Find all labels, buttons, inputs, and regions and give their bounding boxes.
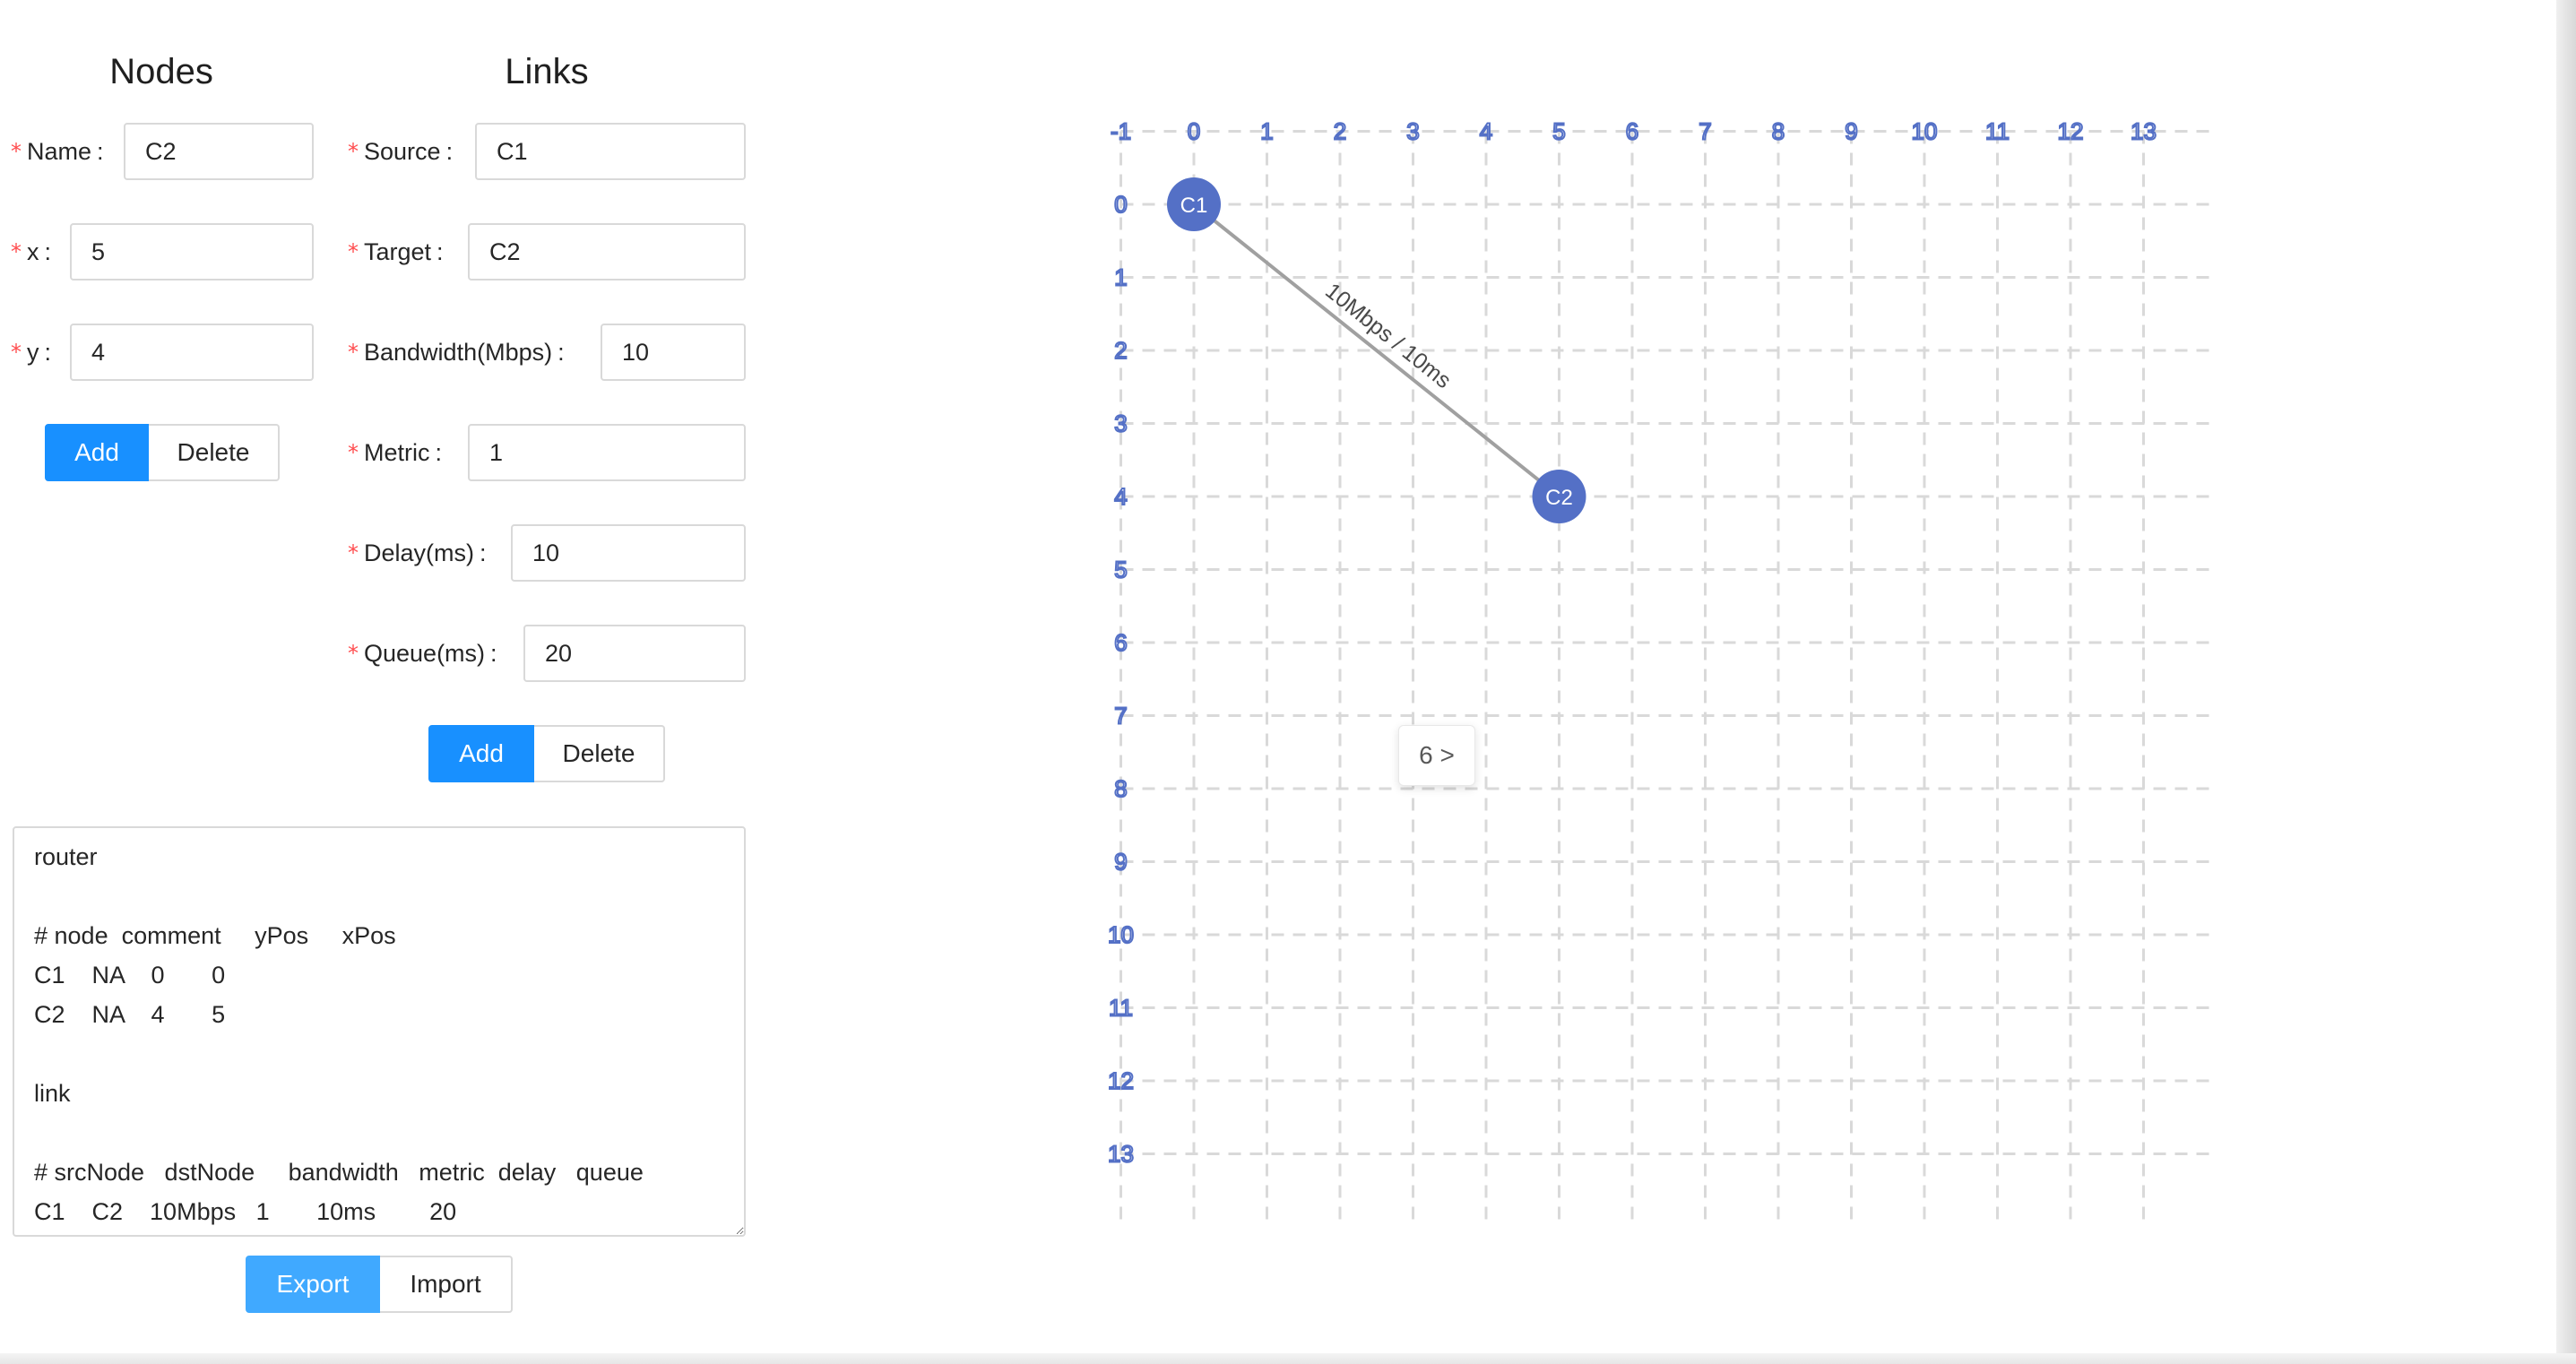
x-axis-ticks: -1 0 1 2 3 4 5 6 7 8 9 10 11 12 13 — [1110, 117, 2157, 146]
required-asterisk: * — [348, 641, 359, 666]
link-queue-label: * Queue(ms): — [348, 625, 497, 682]
topology-textarea[interactable] — [13, 826, 746, 1237]
link-source-label-text: Source — [364, 137, 441, 165]
node-name-input[interactable] — [124, 123, 314, 180]
y-tick-label: 9 — [1114, 849, 1127, 876]
x-tick-label: 5 — [1552, 118, 1565, 145]
link-line[interactable] — [1192, 203, 1560, 498]
label-colon: : — [44, 237, 52, 265]
link-delay-input[interactable] — [511, 524, 746, 582]
node-name-label-text: Name — [27, 137, 92, 165]
x-tick-label: 13 — [2131, 118, 2157, 145]
link-source-label: * Source: — [348, 123, 453, 180]
label-colon: : — [97, 137, 104, 165]
y-tick-label: 5 — [1114, 557, 1127, 583]
link-bandwidth-label-text: Bandwidth(Mbps) — [364, 338, 553, 366]
node-x-label: * x: — [11, 223, 51, 281]
y-tick-label: 13 — [1108, 1141, 1134, 1168]
label-colon: : — [480, 539, 487, 566]
required-asterisk: * — [348, 540, 359, 565]
link-bandwidth-input[interactable] — [601, 324, 746, 381]
graph-node[interactable]: C2 — [1532, 470, 1586, 523]
x-tick-label: 6 — [1626, 118, 1638, 145]
nodes-title: Nodes — [109, 52, 213, 91]
x-tick-label: 12 — [2058, 118, 2084, 145]
x-tick-label: 10 — [1912, 118, 1938, 145]
x-tick-label: 2 — [1334, 118, 1346, 145]
required-asterisk: * — [348, 340, 359, 365]
label-colon: : — [558, 338, 565, 366]
x-tick-label: 9 — [1845, 118, 1857, 145]
y-tick-label: 4 — [1114, 483, 1127, 510]
y-tick-label: 8 — [1114, 775, 1127, 802]
node-name-label: * Name: — [11, 123, 104, 180]
node-y-input[interactable] — [70, 324, 314, 381]
export-button[interactable]: Export — [246, 1256, 380, 1313]
grid-lines — [1119, 130, 2217, 1227]
y-tick-label: 7 — [1114, 703, 1127, 729]
x-tick-label: 7 — [1699, 118, 1711, 145]
window-bottom-edge — [0, 1353, 2576, 1364]
label-colon: : — [490, 639, 497, 667]
y-tick-label: 12 — [1108, 1067, 1134, 1094]
link-bandwidth-label: * Bandwidth(Mbps): — [348, 324, 565, 381]
link-delay-label: * Delay(ms): — [348, 524, 487, 582]
link-metric-label-text: Metric — [364, 438, 430, 466]
link-metric-label: * Metric: — [348, 424, 442, 481]
node-y-label: * y: — [11, 324, 51, 381]
node-y-label-text: y — [27, 338, 39, 366]
x-tick-label: 0 — [1188, 118, 1200, 145]
link-queue-label-text: Queue(ms) — [364, 639, 486, 667]
x-tick-label: 8 — [1772, 118, 1785, 145]
required-asterisk: * — [348, 139, 359, 164]
required-asterisk: * — [11, 139, 22, 164]
add-link-button[interactable]: Add — [428, 725, 534, 782]
node-x-input[interactable] — [70, 223, 314, 281]
add-node-button[interactable]: Add — [45, 424, 149, 481]
links-layer: 10Mbps / 10ms — [1192, 203, 1560, 498]
required-asterisk: * — [11, 340, 22, 365]
required-asterisk: * — [11, 239, 22, 264]
y-tick-label: 6 — [1114, 629, 1127, 656]
required-asterisk: * — [348, 440, 359, 465]
import-button[interactable]: Import — [380, 1256, 513, 1313]
topology-graph[interactable]: -1 0 1 2 3 4 5 6 7 8 9 10 11 12 13 012345678910111213 … — [1094, 108, 2241, 1255]
x-tick-label: 4 — [1480, 118, 1492, 145]
required-asterisk: * — [348, 239, 359, 264]
x-tick-label: 3 — [1406, 118, 1419, 145]
graph-node[interactable]: C1 — [1167, 177, 1221, 231]
delete-node-button[interactable]: Delete — [149, 424, 280, 481]
label-colon: : — [437, 237, 444, 265]
link-queue-input[interactable] — [523, 625, 746, 682]
link-target-label-text: Target — [364, 237, 432, 265]
node-label: C2 — [1545, 486, 1573, 510]
link-source-input[interactable] — [475, 123, 746, 180]
window-edge — [2556, 0, 2576, 1364]
delete-link-button[interactable]: Delete — [534, 725, 665, 782]
y-tick-label: 0 — [1114, 191, 1127, 218]
label-colon: : — [445, 137, 454, 165]
y-tick-label: 1 — [1114, 264, 1127, 291]
y-tick-label: 2 — [1114, 337, 1127, 364]
label-colon: : — [435, 438, 443, 466]
node-x-label-text: x — [27, 237, 39, 265]
link-metric-input[interactable] — [468, 424, 746, 481]
link-target-label: * Target: — [348, 223, 444, 281]
y-tick-label: 11 — [1109, 995, 1133, 1022]
pager-popup[interactable]: 6 > — [1398, 725, 1475, 786]
label-colon: : — [44, 338, 52, 366]
x-tick-label: 11 — [1985, 118, 2010, 145]
links-title: Links — [505, 52, 589, 91]
x-tick-label: 1 — [1260, 118, 1273, 145]
x-tick-label: -1 — [1111, 118, 1131, 145]
node-label: C1 — [1180, 194, 1208, 218]
y-tick-label: 3 — [1114, 410, 1127, 437]
y-tick-label: 10 — [1108, 921, 1134, 948]
link-delay-label-text: Delay(ms) — [364, 539, 475, 566]
link-target-input[interactable] — [468, 223, 746, 281]
